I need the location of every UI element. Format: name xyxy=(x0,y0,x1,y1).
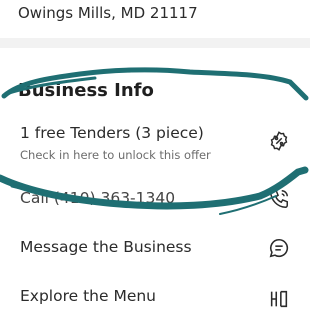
address-text: Owings Mills, MD 21117 xyxy=(18,4,198,22)
section-title: Business Info xyxy=(18,80,154,101)
menu-book-icon xyxy=(268,288,290,310)
menu-row[interactable]: Explore the Menu xyxy=(0,282,310,310)
phone-icon xyxy=(268,188,290,210)
call-row[interactable]: Call (410) 363-1340 xyxy=(0,180,310,220)
message-label: Message the Business xyxy=(20,238,192,256)
badge-percent-icon xyxy=(268,130,290,152)
menu-label: Explore the Menu xyxy=(20,287,157,305)
offer-row[interactable]: 1 free Tenders (3 piece) Check in here t… xyxy=(0,118,310,168)
offer-subtitle: Check in here to unlock this offer xyxy=(20,148,211,162)
call-label: Call (410) 363-1340 xyxy=(20,189,176,207)
chat-bubble-icon xyxy=(268,237,290,259)
offer-title: 1 free Tenders (3 piece) xyxy=(20,124,204,142)
section-divider xyxy=(0,38,310,48)
message-row[interactable]: Message the Business xyxy=(0,232,310,266)
